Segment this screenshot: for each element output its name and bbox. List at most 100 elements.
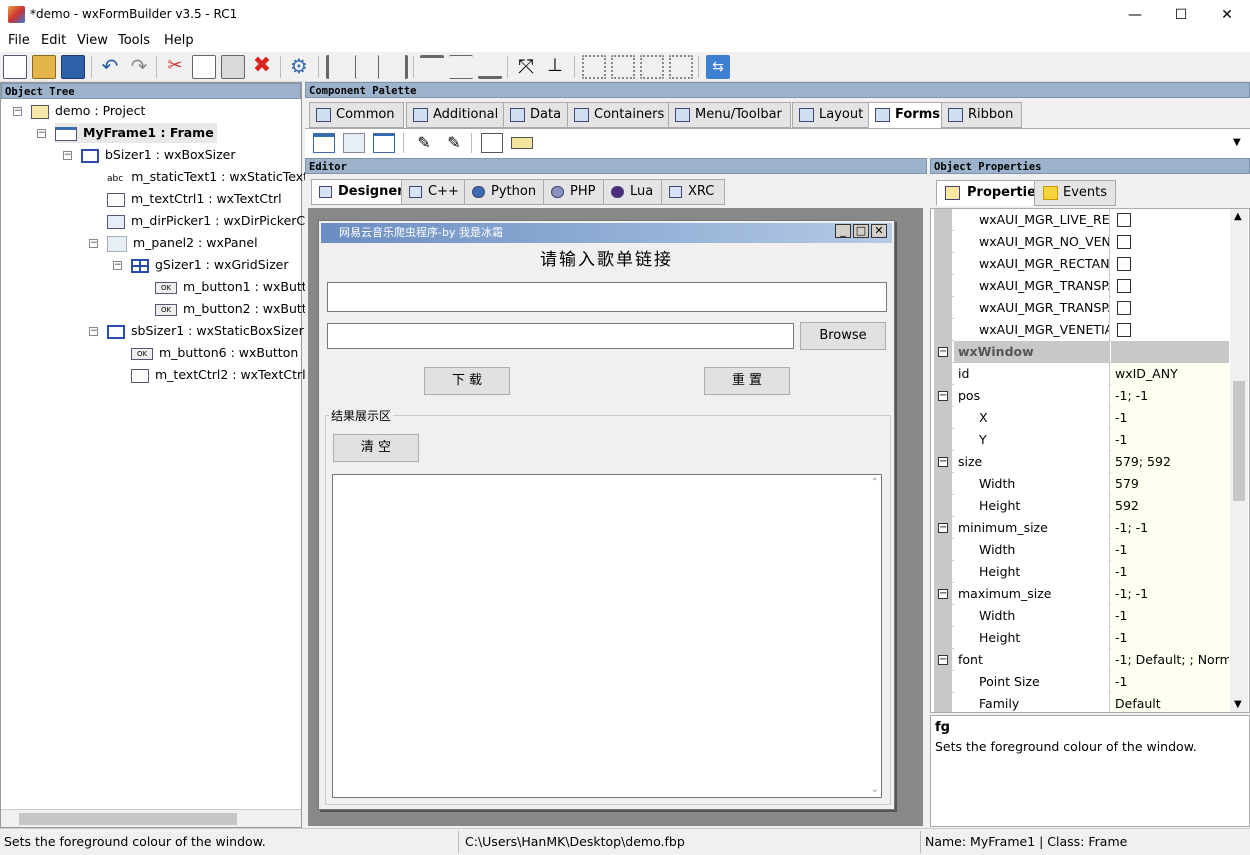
generate-code-icon[interactable]: ⚙ (287, 55, 311, 79)
property-row[interactable]: Width -1 (934, 539, 1229, 561)
property-value[interactable] (1111, 319, 1229, 341)
align-right-icon[interactable] (384, 55, 408, 79)
collapse-toggle-icon[interactable]: − (938, 523, 948, 533)
dir-path-input[interactable] (327, 323, 794, 349)
align-top-icon[interactable] (420, 55, 444, 79)
tree-horizontal-scrollbar[interactable] (1, 809, 301, 827)
property-checkbox[interactable] (1117, 213, 1131, 227)
menubar-component-icon[interactable] (481, 133, 503, 153)
tree-node-textctrl1[interactable]: m_textCtrl1 : wxTextCtrl (107, 189, 282, 209)
menu-help[interactable]: Help (164, 33, 194, 48)
property-value[interactable]: -1 (1111, 627, 1229, 649)
tab-menu-toolbar[interactable]: Menu/Toolbar (668, 102, 791, 128)
menu-tools[interactable]: Tools (118, 33, 150, 48)
property-row[interactable]: wxAUI_MGR_RECTANG (934, 253, 1229, 275)
align-bottom-icon[interactable] (478, 55, 502, 79)
copy-icon[interactable] (192, 55, 216, 79)
tree-node-panel[interactable]: m_panel2 : wxPanel (107, 233, 258, 253)
tab-data[interactable]: Data (503, 102, 571, 128)
expand-icon[interactable]: ⤧ (514, 55, 538, 79)
tree-node-textctrl2[interactable]: m_textCtrl2 : wxTextCtrl (131, 365, 306, 385)
property-row[interactable]: wxAUI_MGR_VENETIAN (934, 319, 1229, 341)
tab-additional[interactable]: Additional (406, 102, 508, 128)
tab-layout[interactable]: Layout (792, 102, 873, 128)
property-row[interactable]: Height -1 (934, 561, 1229, 583)
tree-node-button1[interactable]: OK m_button1 : wxButton (155, 277, 322, 297)
tree-node-bsizer[interactable]: bSizer1 : wxBoxSizer (81, 145, 236, 165)
align-left-icon[interactable] (326, 55, 350, 79)
scroll-up-icon[interactable]: ⌃ (871, 477, 879, 488)
palette-dropdown-icon[interactable]: ▼ (1233, 137, 1241, 148)
property-value[interactable] (1111, 253, 1229, 275)
tab-ribbon[interactable]: Ribbon (941, 102, 1023, 128)
minimize-button[interactable]: — (1112, 0, 1158, 30)
save-icon[interactable] (61, 55, 85, 79)
property-value[interactable]: 592 (1111, 495, 1229, 517)
property-row[interactable]: Height -1 (934, 627, 1229, 649)
open-folder-icon[interactable] (32, 55, 56, 79)
property-row[interactable]: wxAUI_MGR_TRANSPA (934, 275, 1229, 297)
wizard-component-icon[interactable]: ✎ (413, 133, 435, 153)
tree-node-statictext[interactable]: abc m_staticText1 : wxStaticText (107, 167, 308, 187)
tab-forms[interactable]: Forms (868, 102, 949, 128)
download-button[interactable]: 下 载 (424, 367, 510, 395)
tab-designer[interactable]: Designer (311, 179, 415, 205)
tree-collapse-toggle[interactable]: − (113, 261, 122, 270)
tab-common[interactable]: Common (309, 102, 404, 128)
new-project-icon[interactable] (3, 55, 27, 79)
property-checkbox[interactable] (1117, 301, 1131, 315)
browse-button[interactable]: Browse (800, 322, 886, 350)
property-value[interactable]: -1 (1111, 429, 1229, 451)
designer-frame[interactable]: 网易云音乐爬虫程序-by 我是冰霜 _ □ ✕ 请输入歌单链接 Browse 下… (318, 220, 895, 810)
property-value[interactable] (1111, 231, 1229, 253)
property-row[interactable]: X -1 (934, 407, 1229, 429)
tab-cpp[interactable]: C++ (401, 179, 470, 205)
property-row[interactable]: − pos -1; -1 (934, 385, 1229, 407)
reset-button[interactable]: 重 置 (704, 367, 790, 395)
border-top-icon[interactable] (640, 55, 664, 79)
tree-collapse-toggle[interactable]: − (63, 151, 72, 160)
tree-node-gsizer[interactable]: gSizer1 : wxGridSizer (131, 255, 289, 275)
property-value[interactable]: 579 (1111, 473, 1229, 495)
property-value[interactable] (1111, 209, 1229, 231)
tab-events[interactable]: Events (1034, 180, 1117, 206)
property-row[interactable]: − size 579; 592 (934, 451, 1229, 473)
cut-icon[interactable]: ✂ (163, 55, 187, 79)
panel-component-icon[interactable] (343, 133, 365, 153)
menu-edit[interactable]: Edit (41, 33, 66, 48)
property-row[interactable]: Point Size -1 (934, 671, 1229, 693)
collapse-toggle-icon[interactable]: − (938, 589, 948, 599)
property-row[interactable]: − minimum_size -1; -1 (934, 517, 1229, 539)
tree-collapse-toggle[interactable]: − (37, 129, 46, 138)
frame-component-icon[interactable] (313, 133, 335, 153)
tree-node-frame[interactable]: MyFrame1 : Frame (55, 123, 217, 143)
property-checkbox[interactable] (1117, 323, 1131, 337)
tree-collapse-toggle[interactable]: − (89, 239, 98, 248)
property-value[interactable]: -1 (1111, 671, 1229, 693)
property-checkbox[interactable] (1117, 257, 1131, 271)
property-row[interactable]: wxAUI_MGR_TRANSPA (934, 297, 1229, 319)
tree-node-dirpicker[interactable]: m_dirPicker1 : wxDirPickerCtrl (107, 211, 319, 231)
scroll-thumb[interactable] (19, 813, 237, 825)
dialog-component-icon[interactable] (373, 133, 395, 153)
close-button[interactable]: ✕ (1204, 0, 1250, 30)
maximize-button[interactable]: ☐ (1158, 0, 1204, 30)
border-bottom-icon[interactable] (669, 55, 693, 79)
tree-collapse-toggle[interactable]: − (13, 107, 22, 116)
property-value[interactable]: Default (1111, 693, 1229, 712)
scroll-up-icon[interactable]: ▲ (1234, 211, 1242, 222)
toolbar-component-icon[interactable] (511, 137, 533, 149)
property-row[interactable]: Width 579 (934, 473, 1229, 495)
menu-file[interactable]: File (8, 33, 30, 48)
tree-node-button6[interactable]: OK m_button6 : wxButton (131, 343, 298, 363)
result-text-area[interactable]: ⌃ ⌄ (332, 474, 882, 798)
property-value[interactable]: 579; 592 (1111, 451, 1229, 473)
property-row[interactable]: Y -1 (934, 429, 1229, 451)
delete-icon[interactable]: ✖ (250, 55, 274, 79)
property-row[interactable]: wxAUI_MGR_NO_VENE (934, 231, 1229, 253)
tree-collapse-toggle[interactable]: − (89, 327, 98, 336)
wizard-page-component-icon[interactable]: ✎ (443, 133, 465, 153)
property-value[interactable]: -1 (1111, 561, 1229, 583)
property-value[interactable]: -1; -1 (1111, 517, 1229, 539)
property-row[interactable]: Family Default (934, 693, 1229, 712)
